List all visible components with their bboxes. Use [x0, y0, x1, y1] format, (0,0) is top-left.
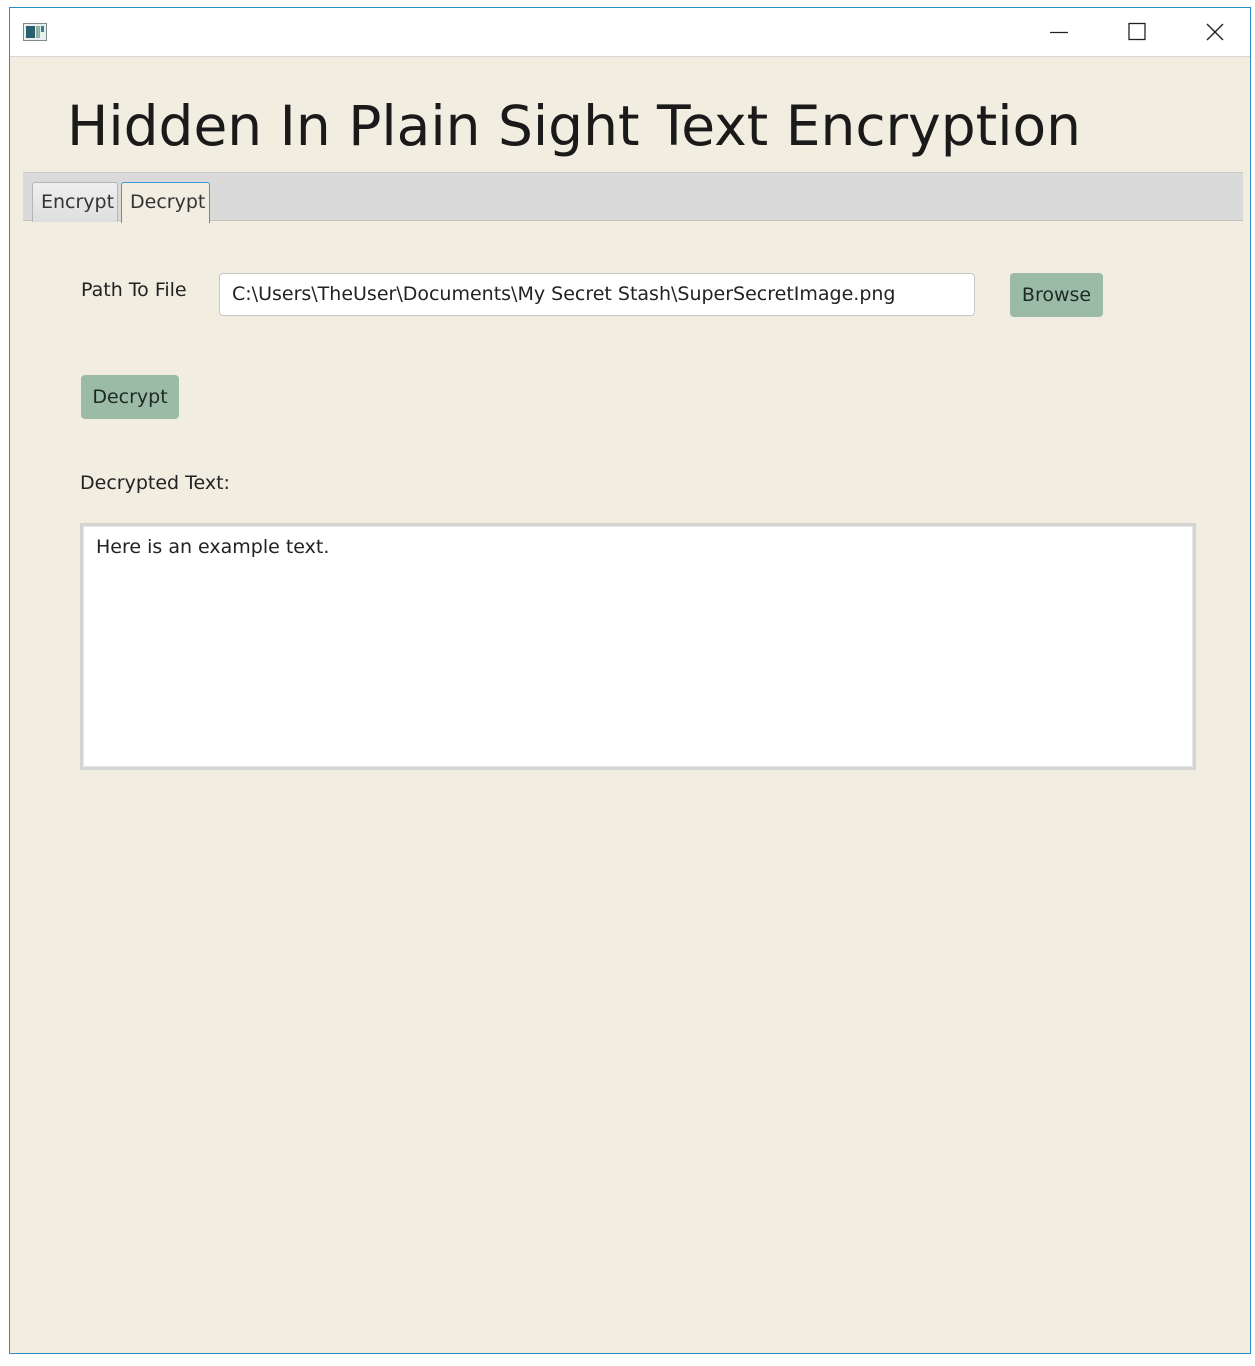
decrypted-text-content: Here is an example text. [96, 536, 330, 558]
decrypt-button[interactable]: Decrypt [81, 375, 179, 419]
maximize-icon [1128, 22, 1146, 41]
close-icon [1206, 23, 1224, 41]
app-window: Hidden In Plain Sight Text Encryption En… [9, 7, 1251, 1354]
path-to-file-label: Path To File [81, 279, 187, 301]
close-button[interactable] [1176, 8, 1250, 56]
maximize-button[interactable] [1098, 8, 1176, 56]
tab-encrypt[interactable]: Encrypt [32, 182, 118, 222]
browse-button[interactable]: Browse [1010, 273, 1103, 317]
tab-decrypt[interactable]: Decrypt [121, 182, 210, 223]
path-to-file-input[interactable]: C:\Users\TheUser\Documents\My Secret Sta… [219, 273, 975, 316]
tab-bar: Encrypt Decrypt [23, 172, 1243, 223]
title-bar[interactable] [10, 8, 1250, 57]
decrypted-text-label: Decrypted Text: [80, 472, 230, 494]
decrypted-text-area[interactable]: Here is an example text. [80, 523, 1196, 770]
app-icon [23, 23, 47, 41]
minimize-icon [1050, 31, 1068, 34]
app-title: Hidden In Plain Sight Text Encryption [67, 94, 1081, 158]
minimize-button[interactable] [1020, 8, 1098, 56]
